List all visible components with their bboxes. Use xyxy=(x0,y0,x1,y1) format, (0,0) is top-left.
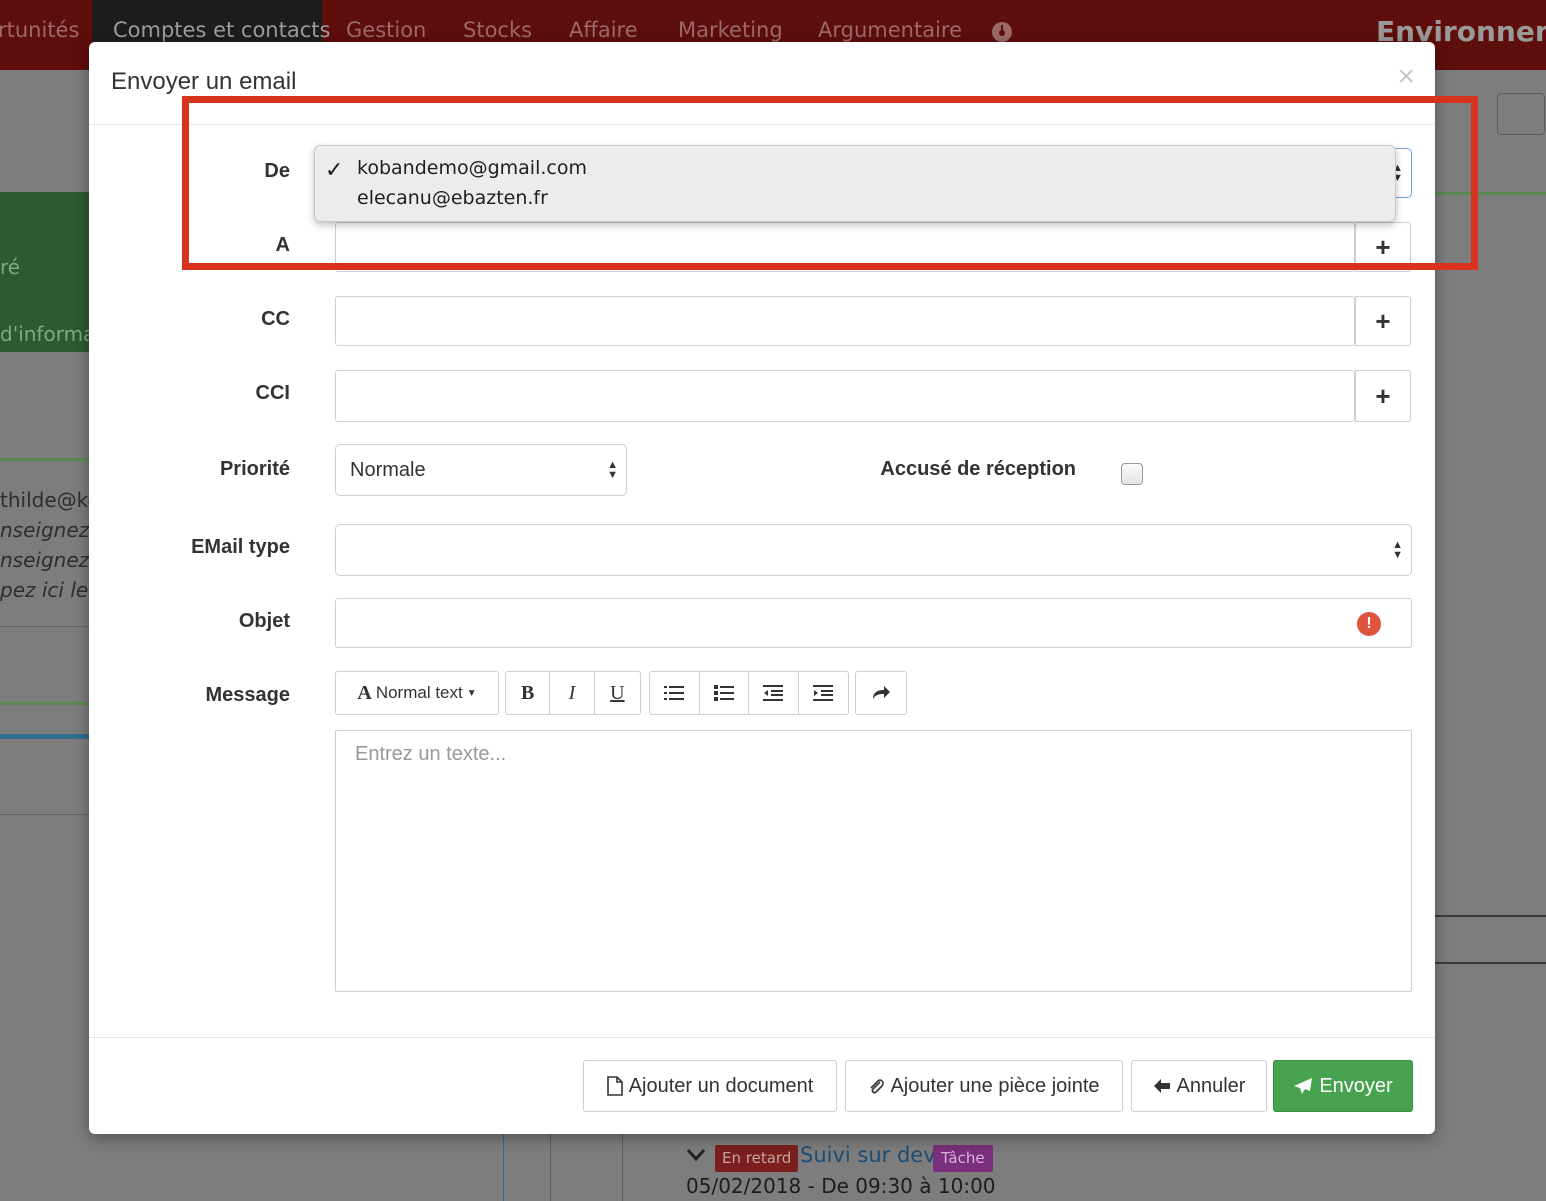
add-document-label: Ajouter un document xyxy=(628,1074,814,1097)
receipt-checkbox[interactable] xyxy=(1121,463,1143,485)
message-textarea[interactable]: Entrez un texte... xyxy=(335,730,1412,992)
list-group xyxy=(649,671,849,715)
caret-down-icon: ▼ xyxy=(466,687,477,699)
bg-divider xyxy=(0,458,92,461)
add-attachment-button[interactable]: Ajouter une pièce jointe xyxy=(845,1060,1123,1112)
cancel-label: Annuler xyxy=(1176,1074,1246,1097)
indent-button[interactable] xyxy=(799,672,849,714)
bg-vline-2 xyxy=(550,1134,551,1201)
highlight-annotation-box xyxy=(182,96,1478,270)
bg-text-5: nseignez l xyxy=(0,548,102,572)
bg-right-line xyxy=(1435,915,1546,917)
cc-input[interactable] xyxy=(335,296,1355,346)
nav-item-argumentaire[interactable]: Argumentaire xyxy=(818,18,962,42)
subject-label: Objet xyxy=(238,610,290,632)
select-arrows-icon: ▲ ▼ xyxy=(607,459,618,481)
task-date: 05/02/2018 - De 09:30 à 10:00 xyxy=(686,1174,996,1198)
bg-text-1: ré xyxy=(0,255,21,279)
nav-item-gestion[interactable]: Gestion xyxy=(346,18,426,42)
required-error-icon: ! xyxy=(1357,612,1381,636)
nav-item-opportunites[interactable]: rtunités xyxy=(0,18,79,42)
indent-icon xyxy=(813,685,834,701)
bg-text-2: d'informa xyxy=(0,322,96,346)
send-label: Envoyer xyxy=(1319,1074,1393,1097)
bg-text-3: thilde@ko xyxy=(0,488,100,512)
cci-input[interactable] xyxy=(335,370,1355,422)
italic-button[interactable]: I xyxy=(550,672,595,714)
nav-item-stocks[interactable]: Stocks xyxy=(463,18,532,42)
message-label: Message xyxy=(205,684,291,706)
unordered-list-button[interactable] xyxy=(700,672,749,714)
nav-item-affaire[interactable]: Affaire xyxy=(569,18,638,42)
paperclip-icon xyxy=(870,1079,885,1094)
modal-title: Envoyer un email xyxy=(111,68,297,95)
add-cc-button[interactable]: + xyxy=(1355,296,1411,346)
modal-footer-divider xyxy=(89,1037,1435,1038)
bg-text-4: nseignez l xyxy=(0,518,102,542)
receipt-label: Accusé de réception xyxy=(880,458,1076,480)
document-icon xyxy=(606,1076,623,1096)
send-button[interactable]: Envoyer xyxy=(1273,1060,1413,1112)
send-icon xyxy=(1294,1078,1313,1094)
badge-late: En retard xyxy=(715,1145,799,1172)
font-icon: A xyxy=(357,681,372,704)
priority-value: Normale xyxy=(350,459,426,481)
cci-label: CCI xyxy=(255,382,290,404)
outdent-button[interactable] xyxy=(749,672,799,714)
email-type-label: EMail type xyxy=(191,536,290,558)
bg-vline-3 xyxy=(622,1134,623,1201)
redo-button[interactable] xyxy=(856,672,906,714)
cancel-button[interactable]: Annuler xyxy=(1131,1060,1267,1112)
subject-input[interactable]: ! xyxy=(335,598,1412,648)
chevron-down-icon[interactable] xyxy=(686,1146,706,1167)
redo-icon xyxy=(873,686,890,699)
priority-select[interactable]: Normale ▲ ▼ xyxy=(335,444,627,496)
unordered-list-icon xyxy=(713,685,734,701)
badge-task: Tâche xyxy=(933,1145,993,1172)
redo-group xyxy=(855,671,907,715)
task-title-link[interactable]: Suivi sur devis xyxy=(800,1143,952,1167)
message-placeholder: Entrez un texte... xyxy=(355,743,507,765)
nav-item-marketing[interactable]: Marketing xyxy=(678,18,783,42)
text-style-dropdown[interactable]: A Normal text ▼ xyxy=(335,671,499,715)
arrow-left-icon xyxy=(1153,1079,1170,1093)
ordered-list-icon xyxy=(664,686,685,700)
text-style-label: Normal text xyxy=(375,683,463,702)
bg-blue-bar xyxy=(0,734,92,739)
outdent-icon xyxy=(763,685,784,701)
bg-divider-2 xyxy=(0,702,92,705)
select-arrows-icon: ▲ ▼ xyxy=(1392,539,1403,561)
add-attachment-label: Ajouter une pièce jointe xyxy=(890,1074,1100,1097)
ordered-list-button[interactable] xyxy=(650,672,700,714)
bg-vline xyxy=(503,1134,504,1201)
bg-line xyxy=(0,626,92,627)
add-cci-button[interactable]: + xyxy=(1355,370,1411,422)
bg-line-2 xyxy=(0,814,92,815)
email-type-select[interactable]: ▲ ▼ xyxy=(335,524,1412,576)
pdf-icon[interactable] xyxy=(1497,93,1545,135)
add-document-button[interactable]: Ajouter un document xyxy=(583,1060,837,1112)
format-group: B I U xyxy=(505,671,641,715)
close-button[interactable]: × xyxy=(1397,62,1415,92)
bold-button[interactable]: B xyxy=(506,672,551,714)
cc-label: CC xyxy=(261,308,290,330)
nav-item-comptes-contacts[interactable]: Comptes et contacts xyxy=(113,18,330,42)
underline-button[interactable]: U xyxy=(595,672,640,714)
bg-right-line-2 xyxy=(1435,962,1546,964)
priority-label: Priorité xyxy=(219,458,290,480)
